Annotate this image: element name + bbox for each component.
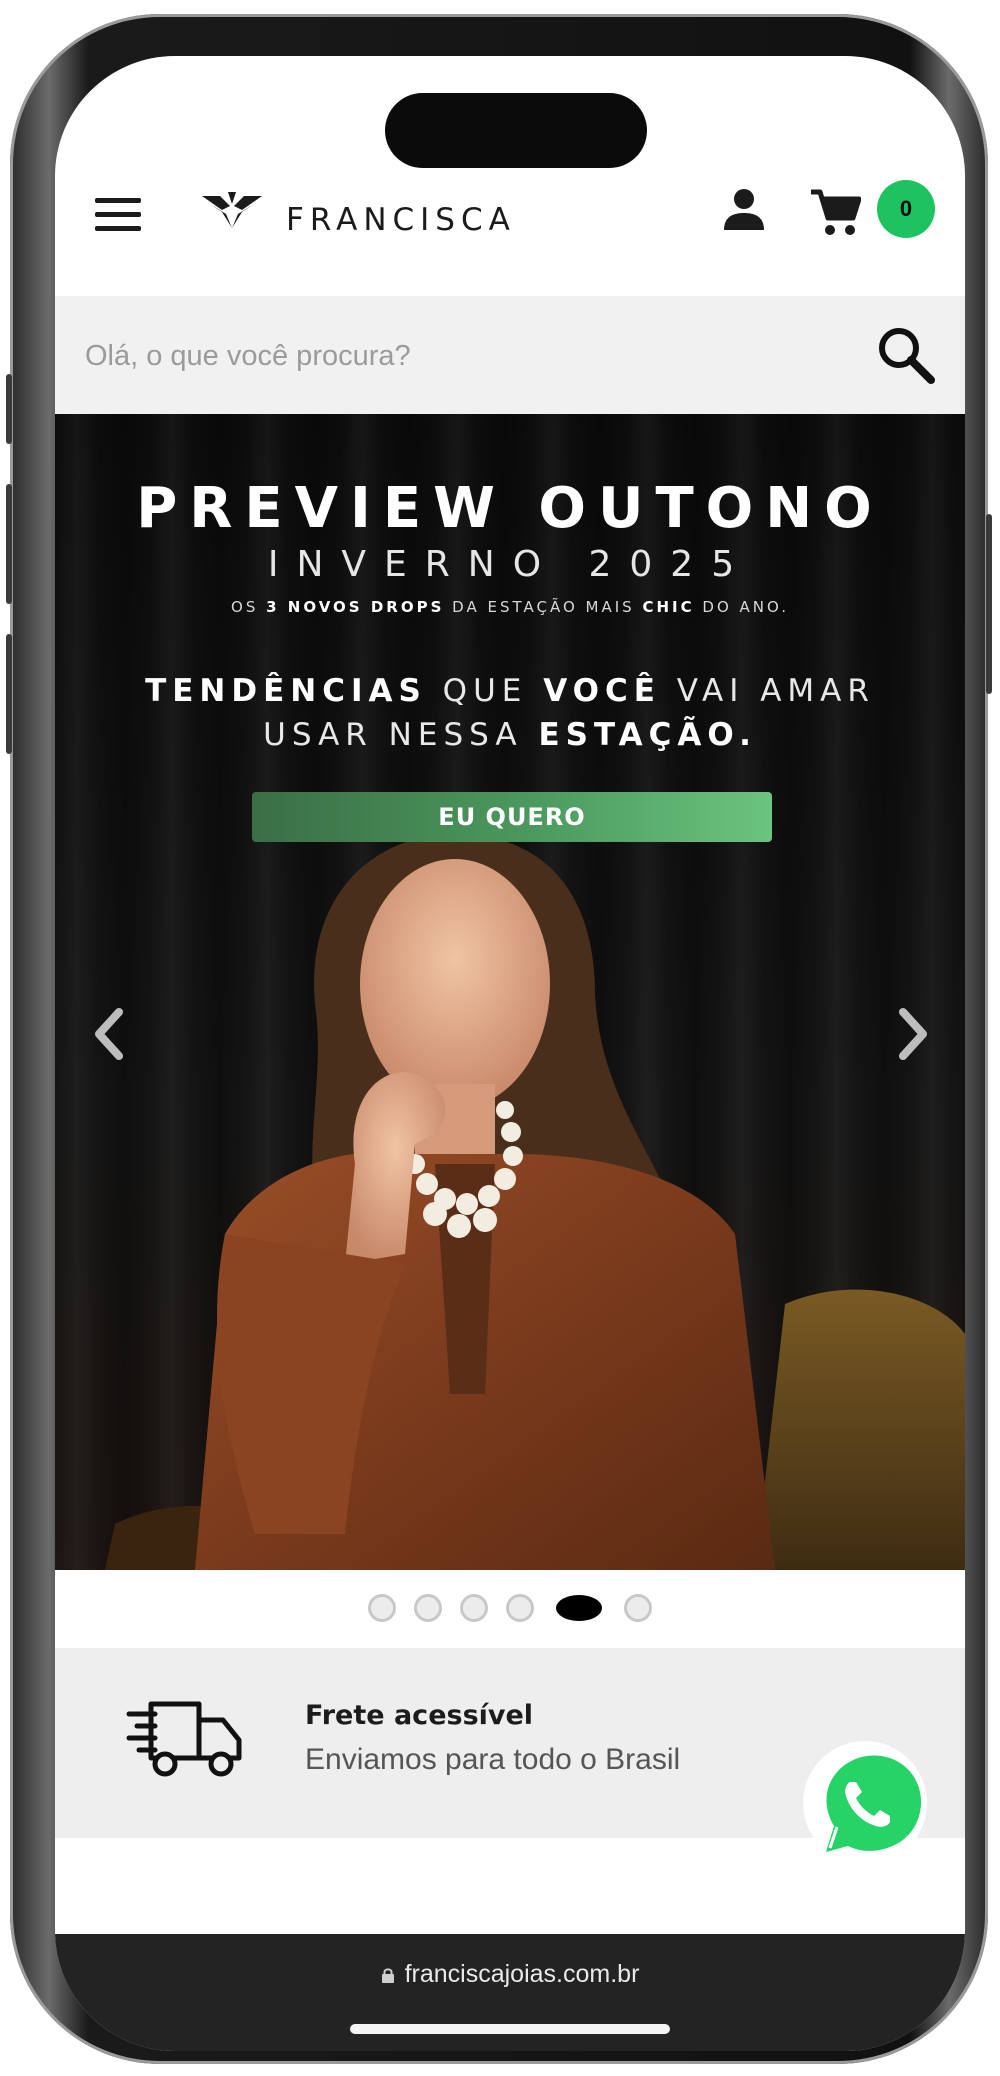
tagline-part: VAI AMAR [660, 673, 875, 709]
chevron-left-icon[interactable] [87, 1004, 131, 1064]
model-photo [105, 834, 965, 1570]
hero-banner-carousel[interactable]: PREVIEW OUTONO INVERNO 2025 OS 3 NOVOS D… [55, 414, 965, 1570]
dynamic-island [385, 93, 647, 168]
logo-bird-icon [202, 192, 262, 228]
carousel-dot[interactable] [414, 1594, 442, 1622]
search-icon[interactable] [875, 324, 937, 386]
carousel-dot-active[interactable] [556, 1595, 602, 1621]
tagline-part: QUE [426, 673, 544, 709]
home-indicator[interactable] [350, 2024, 670, 2034]
chevron-right-icon[interactable] [891, 1004, 935, 1064]
shipping-text: Enviamos para todo o Brasil [305, 1743, 681, 1776]
user-account-icon[interactable] [721, 186, 767, 232]
hamburger-menu-icon[interactable] [95, 194, 141, 234]
caption-part: OS [231, 598, 259, 616]
search-input[interactable] [83, 322, 847, 390]
browser-address-bar[interactable]: franciscajoias.com.br [55, 1934, 965, 2051]
carousel-dot[interactable] [368, 1594, 396, 1622]
tagline-part: USAR NESSA [263, 717, 539, 753]
caption-part: DA ESTAÇÃO MAIS [452, 598, 635, 616]
shipping-title: Frete acessível [305, 1700, 534, 1731]
tagline-bold: VOCÊ [543, 673, 661, 709]
site-header: FRANCISCA 0 [55, 176, 965, 286]
phone-frame: FRANCISCA 0 PREVIEW OUTONO [6, 14, 992, 2064]
caption-part: DO ANO. [702, 598, 789, 616]
carousel-dot[interactable] [460, 1594, 488, 1622]
lock-icon [381, 1968, 394, 1983]
side-button-volume-down [6, 634, 12, 754]
phone-screen: FRANCISCA 0 PREVIEW OUTONO [55, 56, 965, 2051]
banner-subtitle: INVERNO 2025 [267, 544, 753, 585]
whatsapp-icon[interactable] [800, 1738, 930, 1868]
brand-logo[interactable]: FRANCISCA [200, 182, 516, 238]
search-bar [55, 296, 965, 414]
carousel-dot[interactable] [624, 1594, 652, 1622]
side-button-volume-up [6, 484, 12, 604]
shopping-cart-icon[interactable] [809, 186, 861, 238]
carousel-dot[interactable] [506, 1594, 534, 1622]
banner-caption: OS 3 NOVOS DROPS DA ESTAÇÃO MAIS CHIC DO… [55, 598, 965, 616]
banner-tagline: TENDÊNCIAS QUE VOCÊ VAI AMAR USAR NESSA … [55, 669, 965, 757]
side-button-power [986, 514, 992, 694]
url-text: franciscajoias.com.br [404, 1960, 640, 1988]
caption-bold: CHIC [642, 598, 695, 616]
delivery-truck-icon [126, 1701, 242, 1777]
tagline-bold: ESTAÇÃO. [538, 717, 757, 753]
eu-quero-button[interactable]: EU QUERO [252, 792, 772, 842]
carousel-pagination [55, 1570, 965, 1646]
banner-title: PREVIEW OUTONO [136, 476, 884, 541]
cart-count-badge[interactable]: 0 [877, 180, 935, 238]
caption-bold: 3 NOVOS DROPS [266, 598, 445, 616]
url-display[interactable]: franciscajoias.com.br [55, 1960, 965, 1989]
brand-name: FRANCISCA [286, 202, 516, 238]
tagline-bold: TENDÊNCIAS [145, 673, 427, 709]
side-button-mute [6, 374, 12, 444]
